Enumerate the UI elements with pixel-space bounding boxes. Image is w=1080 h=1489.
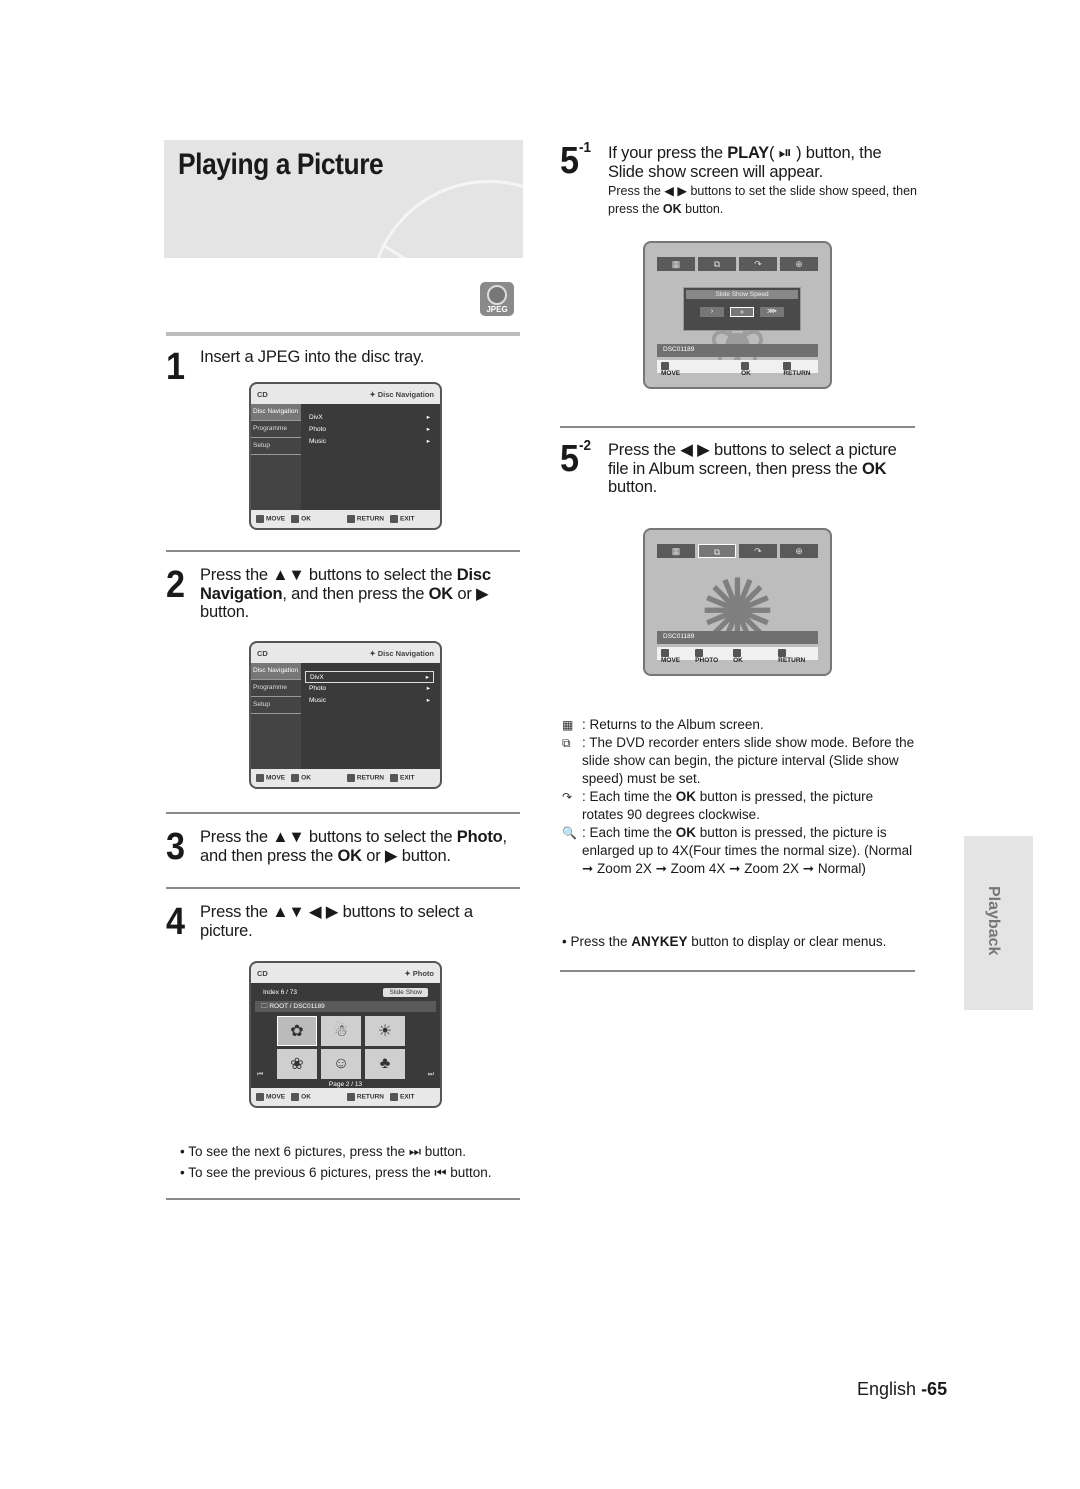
menu-item: DivX ▸ bbox=[309, 414, 430, 421]
step-5-2-text: Press the ◀ ▶ buttons to select a pictur… bbox=[608, 441, 897, 496]
step-number: 4 bbox=[166, 901, 186, 943]
divider bbox=[166, 1198, 520, 1200]
slide-show-button: Slide Show bbox=[383, 987, 428, 997]
step-number: 3 bbox=[166, 826, 186, 868]
step-1-text: Insert a JPEG into the disc tray. bbox=[200, 348, 425, 366]
legend-item: ↷: Each time the OK button is pressed, t… bbox=[562, 789, 874, 822]
disc-graphic bbox=[369, 180, 523, 258]
osd-photo-view: ▦ ⧉ ↷ ⊕ ✺ DSC01189 MOVE PHOTO OK RETURN bbox=[643, 528, 832, 676]
note-anykey: • Press the ANYKEY button to display or … bbox=[562, 934, 887, 949]
title-banner: Playing a Picture bbox=[164, 140, 523, 258]
speed-dialog: Slide Show Speed ›» ⋙ bbox=[683, 287, 801, 331]
filename-bar: DSC01189 bbox=[657, 344, 818, 357]
page-footer: English -65 bbox=[857, 1379, 948, 1399]
rotate-icon: ↷ bbox=[739, 544, 777, 558]
divider bbox=[166, 550, 520, 552]
step-5-1-subtext: Press the ◀ ▶ buttons to set the slide s… bbox=[608, 184, 917, 216]
step-number: 5-2 bbox=[560, 437, 592, 480]
album-icon: ▦ bbox=[657, 544, 695, 558]
prev-page-icon: ⏮ bbox=[257, 1071, 264, 1078]
menu-item: Photo ▸ bbox=[309, 685, 430, 692]
step-number: 2 bbox=[166, 564, 186, 606]
divider bbox=[560, 426, 915, 428]
divider bbox=[166, 887, 520, 889]
thumbnail: ♣ bbox=[365, 1049, 405, 1079]
legend-item: ⧉: The DVD recorder enters slide show mo… bbox=[562, 735, 915, 786]
osd-disc-navigation-2: CD ✦ Disc Navigation Disc Navigation Progr… bbox=[249, 641, 442, 789]
menu-item: Photo ▸ bbox=[309, 426, 430, 433]
jpeg-badge-icon: JPEG bbox=[480, 282, 514, 316]
menu-item-selected: DivX ▸ bbox=[305, 671, 434, 683]
legend-item: ▦: Returns to the Album screen. bbox=[562, 717, 764, 732]
page-indicator: Page 2 / 13 bbox=[328, 1081, 363, 1088]
zoom-icon: 🔍 bbox=[562, 826, 577, 840]
zoom-icon: ⊕ bbox=[780, 544, 818, 558]
rotate-icon: ↷ bbox=[739, 257, 777, 271]
side-item: Setup bbox=[251, 438, 301, 455]
album-icon: ▦ bbox=[657, 257, 695, 271]
osd-disc-navigation-1: CD ✦ Disc Navigation Disc Navigation Progr… bbox=[249, 382, 442, 530]
thumbnail: ☺ bbox=[321, 1049, 361, 1079]
section-tab-playback: Playback bbox=[964, 836, 1033, 1010]
thumbnail: ☀ bbox=[365, 1016, 405, 1046]
menu-item: Music ▸ bbox=[309, 697, 430, 704]
slideshow-icon: ⧉ bbox=[562, 736, 571, 750]
divider bbox=[166, 332, 520, 336]
step-2-text: Press the ▲▼ buttons to select the Disc … bbox=[200, 566, 491, 621]
side-item: Programme bbox=[251, 421, 301, 438]
slideshow-icon: ⧉ bbox=[698, 257, 736, 271]
side-item: Disc Navigation bbox=[251, 404, 301, 421]
icon-legend: ▦: Returns to the Album screen. ⧉: The D… bbox=[562, 716, 917, 878]
album-icon: ▦ bbox=[562, 718, 574, 732]
folder-path: 🗀 ROOT / DSC01189 bbox=[255, 1001, 436, 1012]
legend-item: 🔍: Each time the OK button is pressed, t… bbox=[562, 825, 913, 876]
step-number: 1 bbox=[166, 346, 186, 388]
step-4-text: Press the ▲▼ ◀ ▶ buttons to select a pic… bbox=[200, 903, 473, 940]
next-page-icon: ⏭ bbox=[427, 1071, 434, 1078]
step-3-text: Press the ▲▼ buttons to select the Photo… bbox=[200, 828, 507, 865]
slideshow-icon: ⧉ bbox=[698, 544, 736, 558]
rotate-icon: ↷ bbox=[562, 790, 573, 804]
thumbnail: ✿ bbox=[277, 1016, 317, 1046]
thumbnail: ☃ bbox=[321, 1016, 361, 1046]
step-number: 5-1 bbox=[560, 139, 592, 182]
osd-slide-show-speed: ▦⧉↷⊕ ❀ Slide Show Speed ›»⋙ DSC01189 MOV… bbox=[643, 241, 832, 389]
note-next: • To see the next 6 pictures, press the … bbox=[180, 1144, 467, 1159]
menu-item: Music ▸ bbox=[309, 438, 430, 445]
page-title: Playing a Picture bbox=[178, 148, 384, 181]
thumbnail: ❀ bbox=[277, 1049, 317, 1079]
note-prev: • To see the previous 6 pictures, press … bbox=[180, 1165, 492, 1180]
zoom-icon: ⊕ bbox=[780, 257, 818, 271]
step-5-1-text: If your press the PLAY( ⏯ ) button, the … bbox=[608, 144, 882, 181]
divider bbox=[560, 970, 915, 972]
osd-photo-album: CD ✦ Photo Index 6 / 73 Slide Show 🗀 ROOT … bbox=[249, 961, 442, 1108]
divider bbox=[166, 812, 520, 814]
